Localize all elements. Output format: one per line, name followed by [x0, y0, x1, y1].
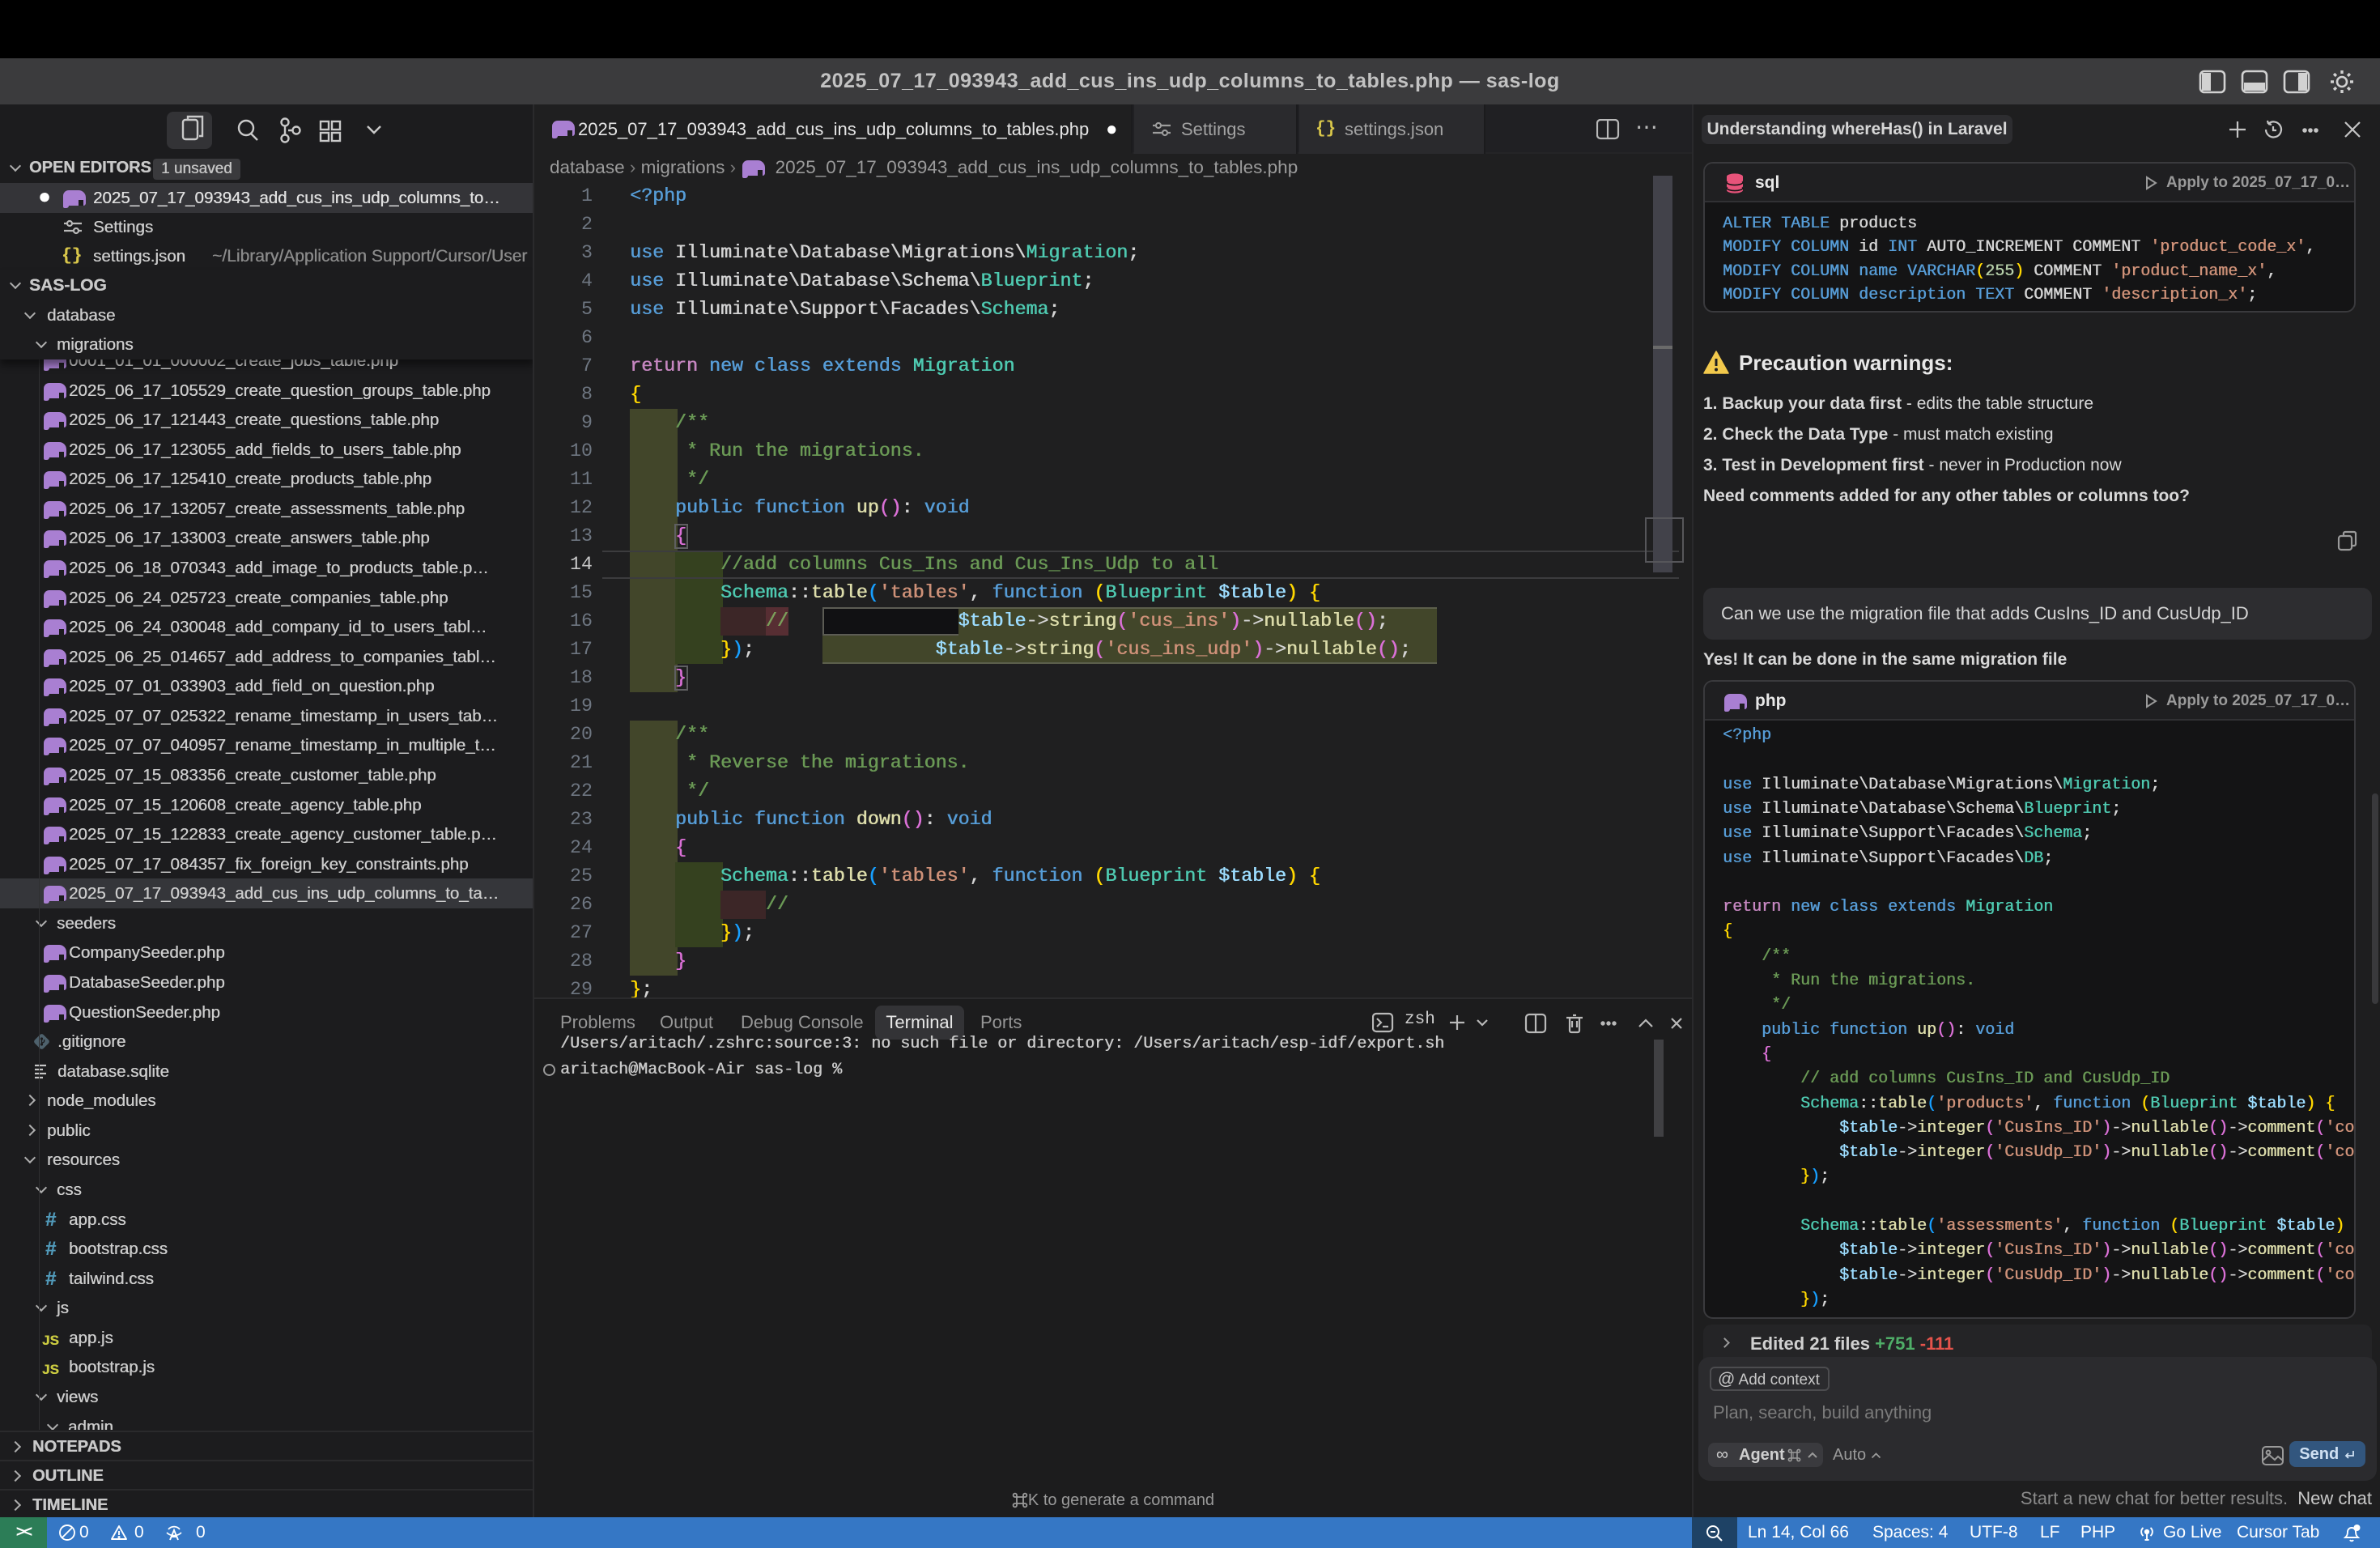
svg-text:I: I: [1792, 1452, 1794, 1460]
